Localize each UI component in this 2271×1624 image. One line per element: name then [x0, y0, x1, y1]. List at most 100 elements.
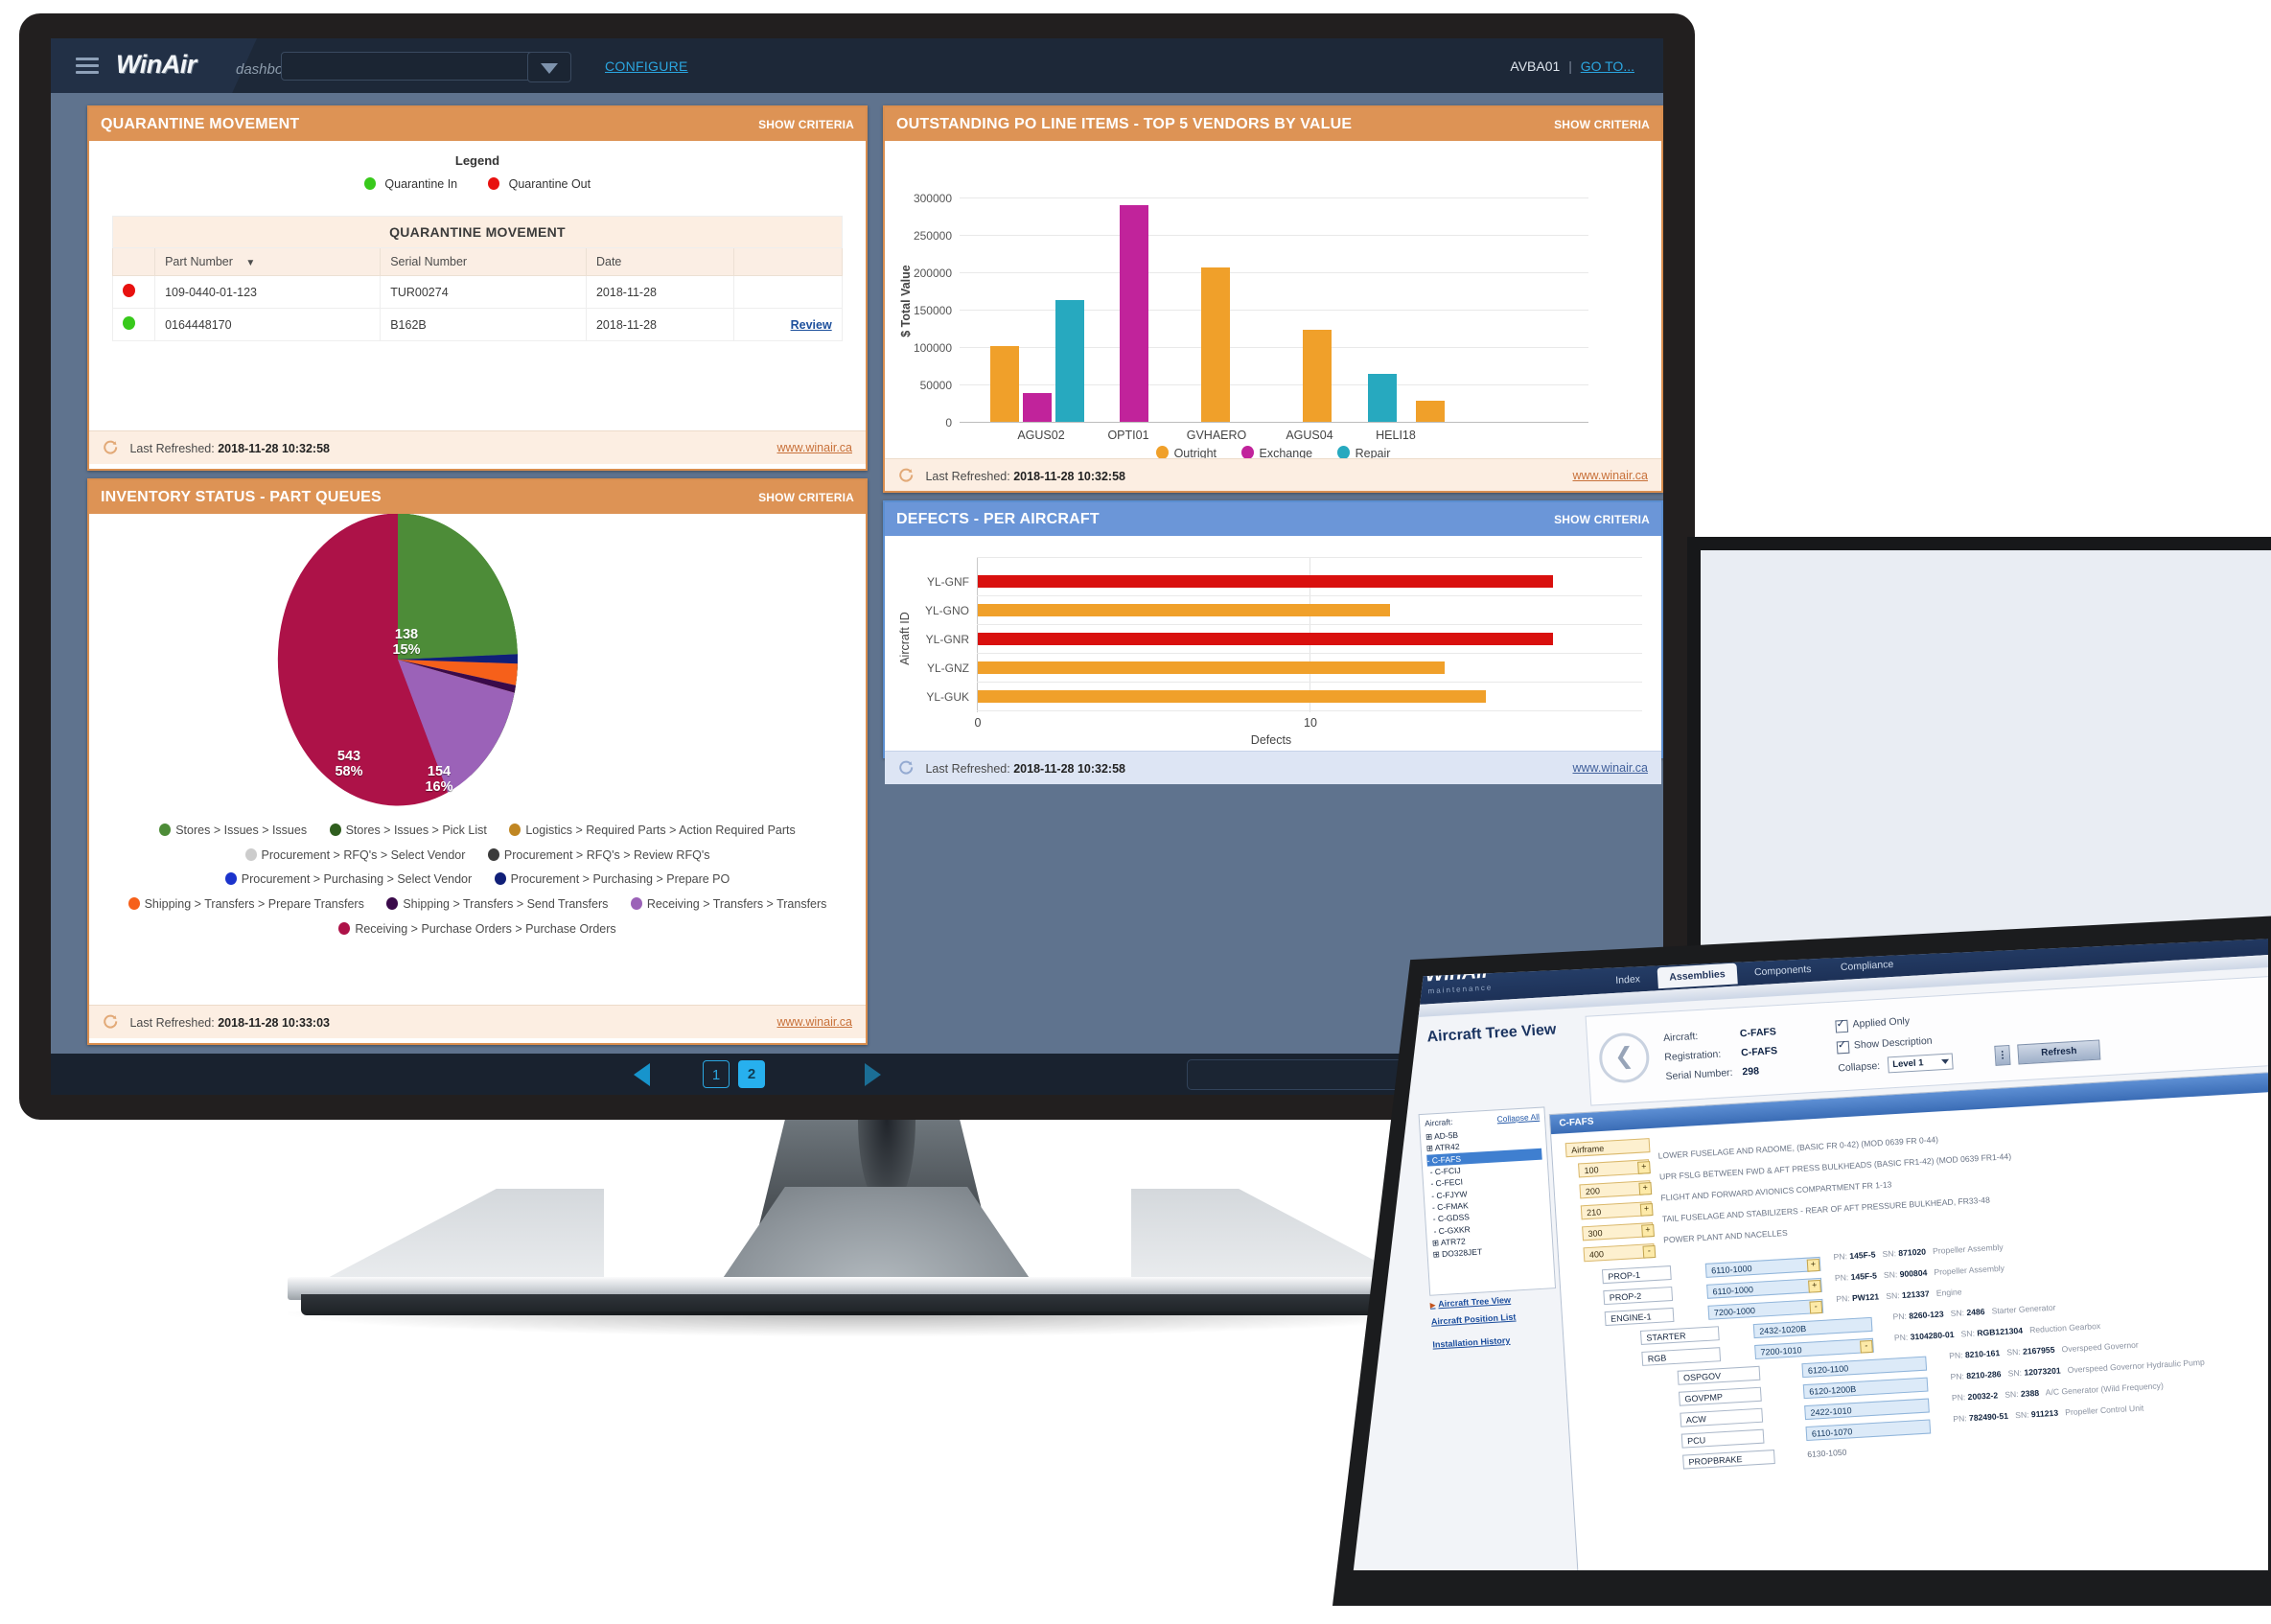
- legend-label: Procurement > Purchasing > Prepare PO: [510, 872, 730, 887]
- tab-index[interactable]: Index: [1604, 968, 1653, 992]
- expand-icon[interactable]: +: [1806, 1258, 1820, 1272]
- refresh-icon[interactable]: [898, 468, 914, 483]
- bar-gvhaero-outright[interactable]: [1201, 267, 1230, 422]
- link-aircraft-position-list[interactable]: Aircraft Position List: [1431, 1311, 1546, 1327]
- show-criteria-button[interactable]: SHOW CRITERIA: [1554, 513, 1650, 526]
- link-aircraft-tree-view[interactable]: Aircraft Tree View: [1430, 1293, 1545, 1310]
- row-status: [112, 275, 156, 309]
- tab-assemblies[interactable]: Assemblies: [1657, 963, 1738, 989]
- tree-code-prop2[interactable]: 6110-1000: [1706, 1277, 1822, 1299]
- col-part-number[interactable]: Part Number ▼: [154, 247, 382, 276]
- col-date[interactable]: Date: [585, 247, 734, 276]
- legend-item[interactable]: Stores > Issues > Issues: [159, 824, 307, 837]
- expand-icon[interactable]: +: [1639, 1203, 1654, 1217]
- collapse-all-link[interactable]: Collapse All: [1496, 1112, 1540, 1125]
- hamburger-menu-icon[interactable]: [76, 58, 99, 74]
- bar-heli18-outright[interactable]: [1416, 401, 1445, 422]
- legend-item[interactable]: Procurement > Purchasing > Select Vendor: [224, 872, 472, 886]
- checkbox-show-description[interactable]: [1836, 1040, 1850, 1055]
- legend-label: Shipping > Transfers > Prepare Transfers: [144, 896, 364, 911]
- winair-link[interactable]: www.winair.ca: [777, 1015, 853, 1029]
- refresh-icon[interactable]: [103, 1014, 118, 1030]
- legend-item[interactable]: Shipping > Transfers > Send Transfers: [386, 896, 608, 911]
- pie-label-543: 543 58%: [335, 749, 363, 780]
- tree-code-acw[interactable]: 2422-1010: [1804, 1398, 1930, 1421]
- tree-pos-rgb[interactable]: RGB: [1641, 1347, 1722, 1366]
- dashboard-select-field[interactable]: [282, 53, 541, 80]
- next-page-arrow[interactable]: [865, 1063, 881, 1086]
- bar-agus02-exchange[interactable]: [1023, 393, 1052, 422]
- show-criteria-button[interactable]: SHOW CRITERIA: [758, 118, 854, 131]
- tree-pos-starter[interactable]: STARTER: [1639, 1326, 1720, 1345]
- col-serial-number[interactable]: Serial Number: [380, 247, 587, 276]
- collapse-icon[interactable]: -: [1642, 1244, 1657, 1259]
- dashboard-dropdown-button[interactable]: [527, 52, 571, 82]
- expand-toggle-button[interactable]: ⋮: [1994, 1044, 2011, 1066]
- winair-link[interactable]: www.winair.ca: [777, 441, 853, 454]
- tree-pos-prop2[interactable]: PROP-2: [1603, 1286, 1674, 1306]
- legend-item[interactable]: Procurement > Purchasing > Prepare PO: [494, 872, 730, 887]
- collapse-icon[interactable]: -: [1809, 1300, 1823, 1314]
- show-criteria-button[interactable]: SHOW CRITERIA: [1554, 118, 1650, 131]
- tree-code-pcu[interactable]: 6110-1070: [1805, 1419, 1932, 1442]
- hbar-yl-gno[interactable]: [978, 604, 1390, 616]
- prev-page-arrow[interactable]: [634, 1063, 650, 1086]
- refresh-icon[interactable]: [898, 760, 914, 776]
- bar-agus02-repair[interactable]: [1055, 300, 1084, 422]
- tree-pos-engine1[interactable]: ENGINE-1: [1604, 1307, 1675, 1327]
- bar-agus02-outright[interactable]: [990, 346, 1019, 422]
- cell-part-number: 109-0440-01-123: [154, 275, 382, 309]
- legend-item[interactable]: Procurement > RFQ's > Select Vendor: [244, 847, 466, 862]
- expand-icon[interactable]: +: [1808, 1279, 1821, 1293]
- hbar-yl-guk[interactable]: [978, 690, 1486, 703]
- bar-agus04-outright[interactable]: [1303, 330, 1332, 422]
- legend-item[interactable]: Procurement > RFQ's > Review RFQ's: [487, 847, 709, 862]
- tree-pos-acw[interactable]: ACW: [1680, 1407, 1764, 1427]
- bar-agus04-repair[interactable]: [1368, 374, 1397, 422]
- tree-code-starter[interactable]: 2432-1020B: [1752, 1316, 1873, 1339]
- refresh-icon[interactable]: [103, 440, 118, 455]
- tab-components[interactable]: Components: [1742, 958, 1823, 984]
- legend-line: Shipping > Transfers > Prepare Transfers…: [89, 893, 866, 917]
- goto-link[interactable]: GO TO...: [1581, 58, 1634, 74]
- cell-serial-number: TUR00274: [380, 275, 587, 309]
- page-button-1[interactable]: 1: [703, 1060, 730, 1088]
- tree-pos-propbrake[interactable]: PROPBRAKE: [1682, 1450, 1775, 1470]
- tree-code-ospgov[interactable]: 6120-1100: [1801, 1356, 1928, 1379]
- configure-link[interactable]: CONFIGURE: [605, 58, 688, 74]
- expand-icon[interactable]: +: [1638, 1182, 1653, 1195]
- hbar-yl-gnf[interactable]: [978, 575, 1553, 588]
- hbar-yl-gnz[interactable]: [978, 661, 1445, 674]
- tree-node-airframe[interactable]: Airframe: [1564, 1138, 1651, 1158]
- expand-icon[interactable]: +: [1637, 1161, 1651, 1174]
- tree-code-engine1[interactable]: 7200-1000: [1707, 1298, 1824, 1320]
- component-detail: PN: 20032-2 SN: 2388 A/C Generator (Wild…: [1951, 1380, 2165, 1404]
- tree-pos-prop1[interactable]: PROP-1: [1601, 1265, 1672, 1285]
- last-refreshed-time: 2018-11-28 10:32:58: [218, 442, 330, 455]
- tree-code-prop1[interactable]: 6110-1000: [1704, 1256, 1821, 1278]
- legend-item[interactable]: Receiving > Transfers > Transfers: [630, 896, 826, 911]
- expand-icon[interactable]: +: [1641, 1223, 1655, 1238]
- tree-code-rgb[interactable]: 7200-1010: [1754, 1337, 1874, 1360]
- legend-item[interactable]: Shipping > Transfers > Prepare Transfers: [127, 896, 364, 911]
- dashboard-select-input[interactable]: [281, 52, 542, 81]
- last-refreshed-time: 2018-11-28 10:32:58: [1013, 762, 1125, 776]
- hbar-yl-gnr[interactable]: [978, 633, 1553, 645]
- legend-item[interactable]: Receiving > Purchase Orders > Purchase O…: [338, 921, 616, 936]
- bar-opti01-exchange[interactable]: [1120, 205, 1148, 422]
- winair-link[interactable]: www.winair.ca: [1573, 469, 1649, 482]
- legend-item[interactable]: Logistics > Required Parts > Action Requ…: [509, 824, 796, 837]
- page-button-2[interactable]: 2: [738, 1060, 765, 1088]
- winair-link[interactable]: www.winair.ca: [1573, 761, 1649, 775]
- legend-item[interactable]: Stores > Issues > Pick List: [329, 824, 487, 837]
- review-link[interactable]: Review: [791, 318, 832, 332]
- tree-pos-ospgov[interactable]: OSPGOV: [1677, 1365, 1761, 1385]
- tree-code-govpmp[interactable]: 6120-1200B: [1802, 1377, 1929, 1400]
- link-installation-history[interactable]: Installation History: [1432, 1334, 1547, 1350]
- collapse-icon[interactable]: -: [1860, 1339, 1873, 1354]
- legend-label: Procurement > RFQ's > Select Vendor: [261, 847, 466, 862]
- tree-pos-pcu[interactable]: PCU: [1680, 1428, 1765, 1449]
- checkbox-applied-only[interactable]: [1835, 1019, 1849, 1033]
- tree-pos-govpmp[interactable]: GOVPMP: [1678, 1386, 1762, 1406]
- show-criteria-button[interactable]: SHOW CRITERIA: [758, 491, 854, 504]
